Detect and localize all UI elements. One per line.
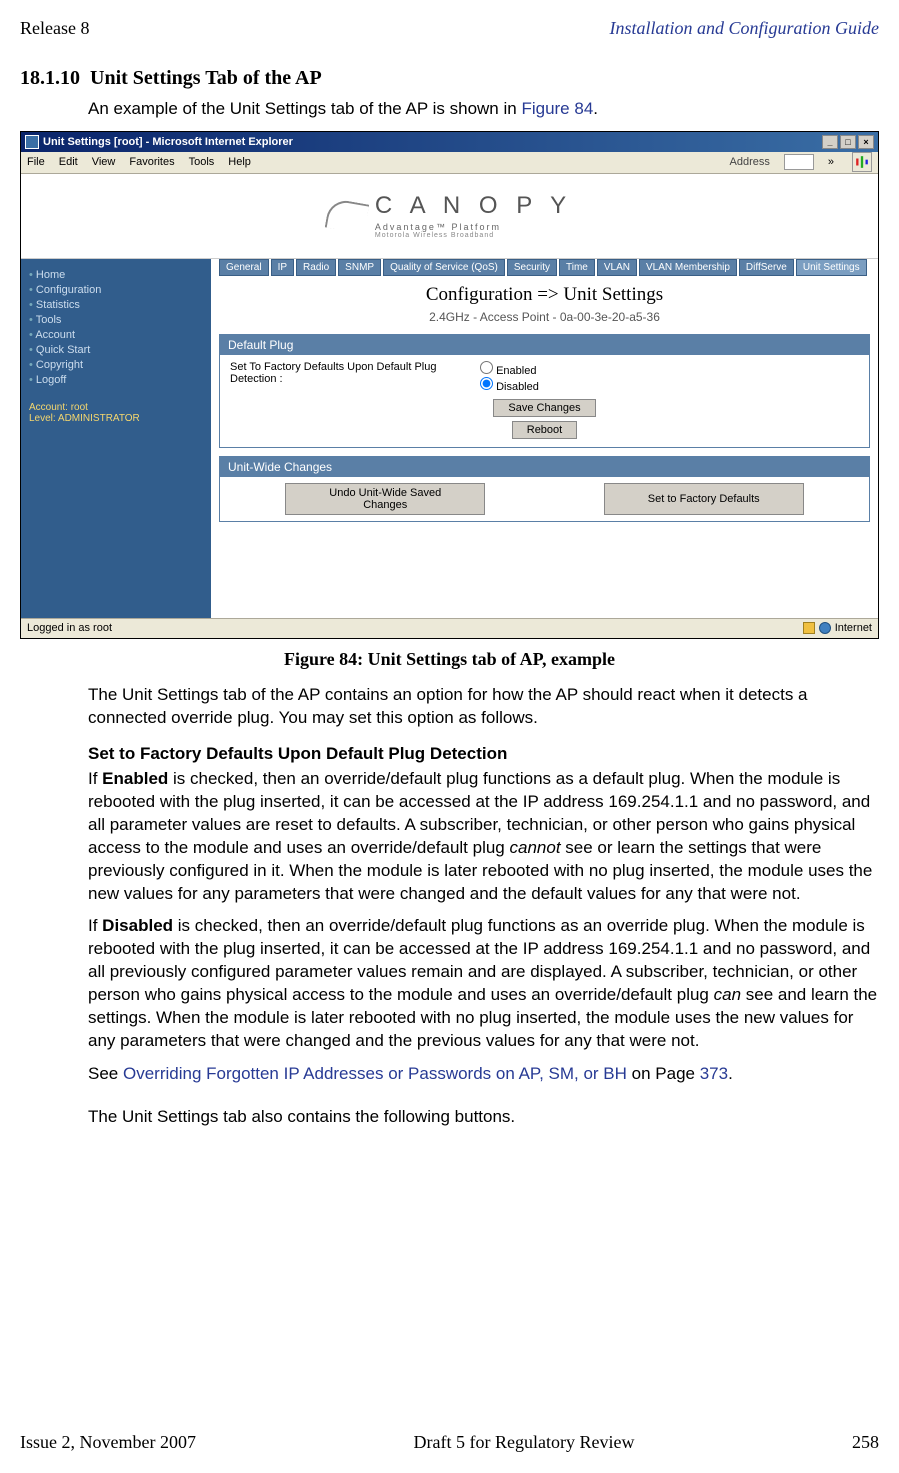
save-changes-button[interactable]: Save Changes [493,399,595,417]
footer-page: 258 [852,1432,879,1453]
sidebar-item-logoff[interactable]: Logoff [29,374,203,386]
panel-header-unitwide: Unit-Wide Changes [220,457,869,477]
panel-header-default-plug: Default Plug [220,335,869,355]
menu-edit[interactable]: Edit [59,156,78,168]
config-subtitle: 2.4GHz - Access Point - 0a-00-3e-20-a5-3… [219,310,870,324]
page-header: Release 8 Installation and Configuration… [20,18,879,39]
ie-throbber-icon [852,152,872,172]
canopy-subtitle: Advantage™ Platform [375,222,572,232]
tab-snmp[interactable]: SNMP [338,259,381,276]
account-info: Account: root Level: ADMINISTRATOR [29,402,203,424]
tab-qos[interactable]: Quality of Service (QoS) [383,259,505,276]
ie-icon [25,135,39,149]
window-buttons: _ □ × [822,135,874,149]
para-disabled: If Disabled is checked, then an override… [88,915,879,1053]
para-description: The Unit Settings tab of the AP contains… [88,684,879,730]
globe-icon [819,622,831,634]
config-title: Configuration => Unit Settings [219,284,870,306]
canopy-arc-icon [325,198,370,234]
para-enabled: If Enabled is checked, then an override/… [88,768,879,906]
header-title: Installation and Configuration Guide [609,18,879,39]
tab-diffserve[interactable]: DiffServe [739,259,794,276]
footer-draft: Draft 5 for Regulatory Review [414,1432,635,1453]
radio-disabled[interactable]: Disabled [480,377,539,393]
lock-icon [803,622,815,634]
tab-security[interactable]: Security [507,259,557,276]
sidebar-item-configuration[interactable]: Configuration [29,284,203,296]
cross-ref-link[interactable]: Overriding Forgotten IP Addresses or Pas… [123,1064,627,1083]
intro-text: An example of the Unit Settings tab of t… [88,98,879,121]
section-number: 18.1.10 [20,67,80,89]
browser-screenshot: Unit Settings [root] - Microsoft Interne… [20,131,879,639]
tabs: General IP Radio SNMP Quality of Service… [219,259,870,276]
sidebar-item-statistics[interactable]: Statistics [29,299,203,311]
figure-caption: Figure 84: Unit Settings tab of AP, exam… [20,649,879,670]
section-heading: 18.1.10 Unit Settings Tab of the AP [20,67,879,90]
sidebar-item-quickstart[interactable]: Quick Start [29,344,203,356]
menu-help[interactable]: Help [228,156,251,168]
statusbar: Logged in as root Internet [21,618,878,638]
section-title: Unit Settings Tab of the AP [90,67,322,89]
header-release: Release 8 [20,18,89,39]
tab-ip[interactable]: IP [271,259,294,276]
maximize-button[interactable]: □ [840,135,856,149]
undo-changes-button[interactable]: Undo Unit-Wide Saved Changes [285,483,485,515]
browser-content: C A N O P Y Advantage™ Platform Motorola… [21,174,878,618]
sidebar-item-account[interactable]: Account [29,329,203,341]
sidebar-item-copyright[interactable]: Copyright [29,359,203,371]
default-plug-panel: Default Plug Set To Factory Defaults Upo… [219,334,870,448]
canopy-logo-text: C A N O P Y [375,192,572,220]
tab-vlan[interactable]: VLAN [597,259,637,276]
reboot-button[interactable]: Reboot [512,421,577,439]
titlebar: Unit Settings [root] - Microsoft Interne… [21,132,878,152]
address-label: Address [730,156,770,168]
close-button[interactable]: × [858,135,874,149]
setting-label: Set To Factory Defaults Upon Default Plu… [230,361,480,385]
menu-file[interactable]: File [27,156,45,168]
tab-radio[interactable]: Radio [296,259,336,276]
canopy-subtitle2: Motorola Wireless Broadband [375,232,572,239]
tab-general[interactable]: General [219,259,269,276]
page-ref[interactable]: 373 [700,1064,728,1083]
menu-tools[interactable]: Tools [189,156,215,168]
window-title: Unit Settings [root] - Microsoft Interne… [43,136,293,148]
status-right: Internet [835,622,872,634]
footer-issue: Issue 2, November 2007 [20,1432,196,1453]
sidebar: Home Configuration Statistics Tools Acco… [21,259,211,618]
main-panel: General IP Radio SNMP Quality of Service… [211,259,878,618]
sub-heading: Set to Factory Defaults Upon Default Plu… [88,744,879,764]
menubar: File Edit View Favorites Tools Help Addr… [21,152,878,174]
minimize-button[interactable]: _ [822,135,838,149]
unit-wide-panel: Unit-Wide Changes Undo Unit-Wide Saved C… [219,456,870,522]
sidebar-item-home[interactable]: Home [29,269,203,281]
address-dropdown[interactable] [784,154,814,170]
tab-unit-settings[interactable]: Unit Settings [796,259,867,276]
sidebar-item-tools[interactable]: Tools [29,314,203,326]
canopy-header: C A N O P Y Advantage™ Platform Motorola… [21,174,878,259]
menu-view[interactable]: View [92,156,116,168]
status-left: Logged in as root [27,622,112,634]
figure-ref: Figure 84 [521,99,593,118]
menu-favorites[interactable]: Favorites [129,156,174,168]
tab-time[interactable]: Time [559,259,595,276]
tab-vlan-membership[interactable]: VLAN Membership [639,259,737,276]
page-footer: Issue 2, November 2007 Draft 5 for Regul… [20,1432,879,1453]
factory-defaults-button[interactable]: Set to Factory Defaults [604,483,804,515]
para-buttons: The Unit Settings tab also contains the … [88,1106,879,1129]
para-see: See Overriding Forgotten IP Addresses or… [88,1063,879,1086]
radio-enabled[interactable]: Enabled [480,361,539,377]
